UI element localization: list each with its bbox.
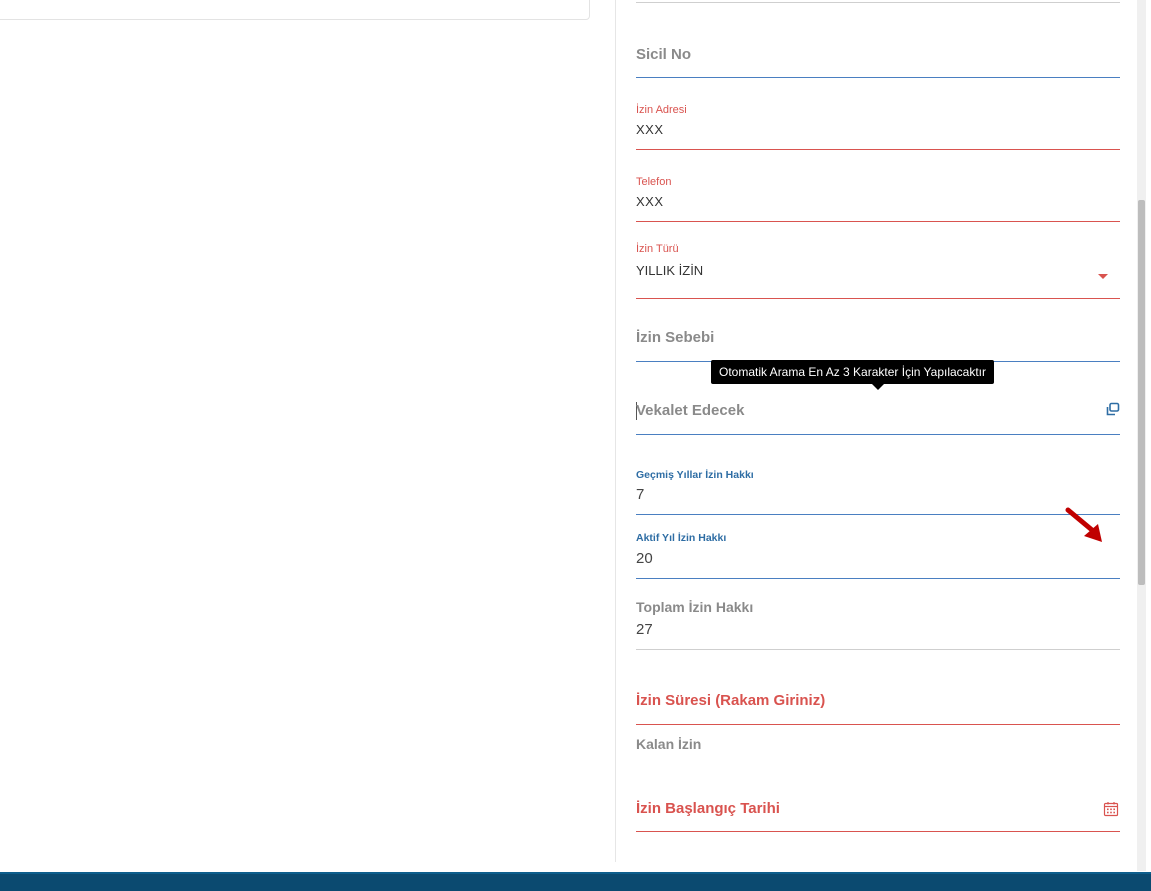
open-in-new-icon[interactable] bbox=[1106, 402, 1120, 416]
izin-adresi-field[interactable]: İzin Adresi XXX bbox=[636, 102, 1120, 150]
izin-turu-value: YILLIK İZİN bbox=[636, 263, 704, 278]
izin-suresi-field[interactable]: İzin Süresi (Rakam Giriniz) bbox=[636, 686, 1120, 725]
izin-turu-label: İzin Türü bbox=[636, 243, 679, 255]
gecmis-yillar-field[interactable]: Geçmiş Yıllar İzin Hakkı 7 bbox=[636, 465, 1120, 515]
izin-baslangic-field[interactable]: İzin Başlangıç Tarihi bbox=[636, 794, 1120, 832]
izin-sebebi-field[interactable]: İzin Sebebi bbox=[636, 322, 1120, 362]
caret-down-icon[interactable] bbox=[1098, 274, 1108, 279]
sicil-no-field[interactable]: Sicil No bbox=[636, 40, 1120, 78]
autocomplete-tooltip: Otomatik Arama En Az 3 Karakter İçin Yap… bbox=[711, 360, 995, 384]
izin-sebebi-placeholder: İzin Sebebi bbox=[636, 329, 715, 346]
scrollbar-thumb[interactable] bbox=[1138, 200, 1145, 585]
panel-divider bbox=[615, 0, 616, 862]
tooltip-arrow bbox=[872, 384, 884, 390]
calendar-icon[interactable] bbox=[1103, 801, 1119, 817]
izin-adresi-label: İzin Adresi bbox=[636, 104, 687, 116]
izin-baslangic-placeholder: İzin Başlangıç Tarihi bbox=[636, 800, 780, 817]
aktif-yil-value: 20 bbox=[636, 550, 653, 567]
toplam-izin-value: 27 bbox=[636, 621, 653, 638]
toplam-izin-label: Toplam İzin Hakkı bbox=[636, 599, 754, 615]
aktif-yil-label: Aktif Yıl İzin Hakkı bbox=[636, 532, 727, 544]
aktif-yil-field[interactable]: Aktif Yıl İzin Hakkı 20 bbox=[636, 528, 1120, 579]
telefon-label: Telefon bbox=[636, 176, 672, 188]
annotation-arrow-icon bbox=[1064, 506, 1108, 551]
previous-field-bottom bbox=[636, 0, 1120, 3]
izin-suresi-placeholder: İzin Süresi (Rakam Giriniz) bbox=[636, 692, 826, 709]
telefon-field[interactable]: Telefon XXX bbox=[636, 174, 1120, 222]
sicil-no-placeholder: Sicil No bbox=[636, 46, 692, 63]
vekalet-edecek-input[interactable]: Vekalet Edecek bbox=[636, 394, 1120, 435]
vekalet-edecek-placeholder: Vekalet Edecek bbox=[636, 402, 745, 419]
gecmis-yillar-value: 7 bbox=[636, 486, 645, 503]
left-panel-card bbox=[0, 0, 590, 20]
toplam-izin-field: Toplam İzin Hakkı 27 bbox=[636, 596, 1120, 650]
izin-turu-select[interactable]: İzin Türü YILLIK İZİN bbox=[636, 241, 1120, 299]
kalan-izin-label: Kalan İzin bbox=[636, 736, 702, 752]
gecmis-yillar-label: Geçmiş Yıllar İzin Hakkı bbox=[636, 469, 754, 481]
izin-adresi-value: XXX bbox=[636, 122, 664, 137]
telefon-value: XXX bbox=[636, 194, 664, 209]
bottom-bar bbox=[0, 872, 1151, 891]
